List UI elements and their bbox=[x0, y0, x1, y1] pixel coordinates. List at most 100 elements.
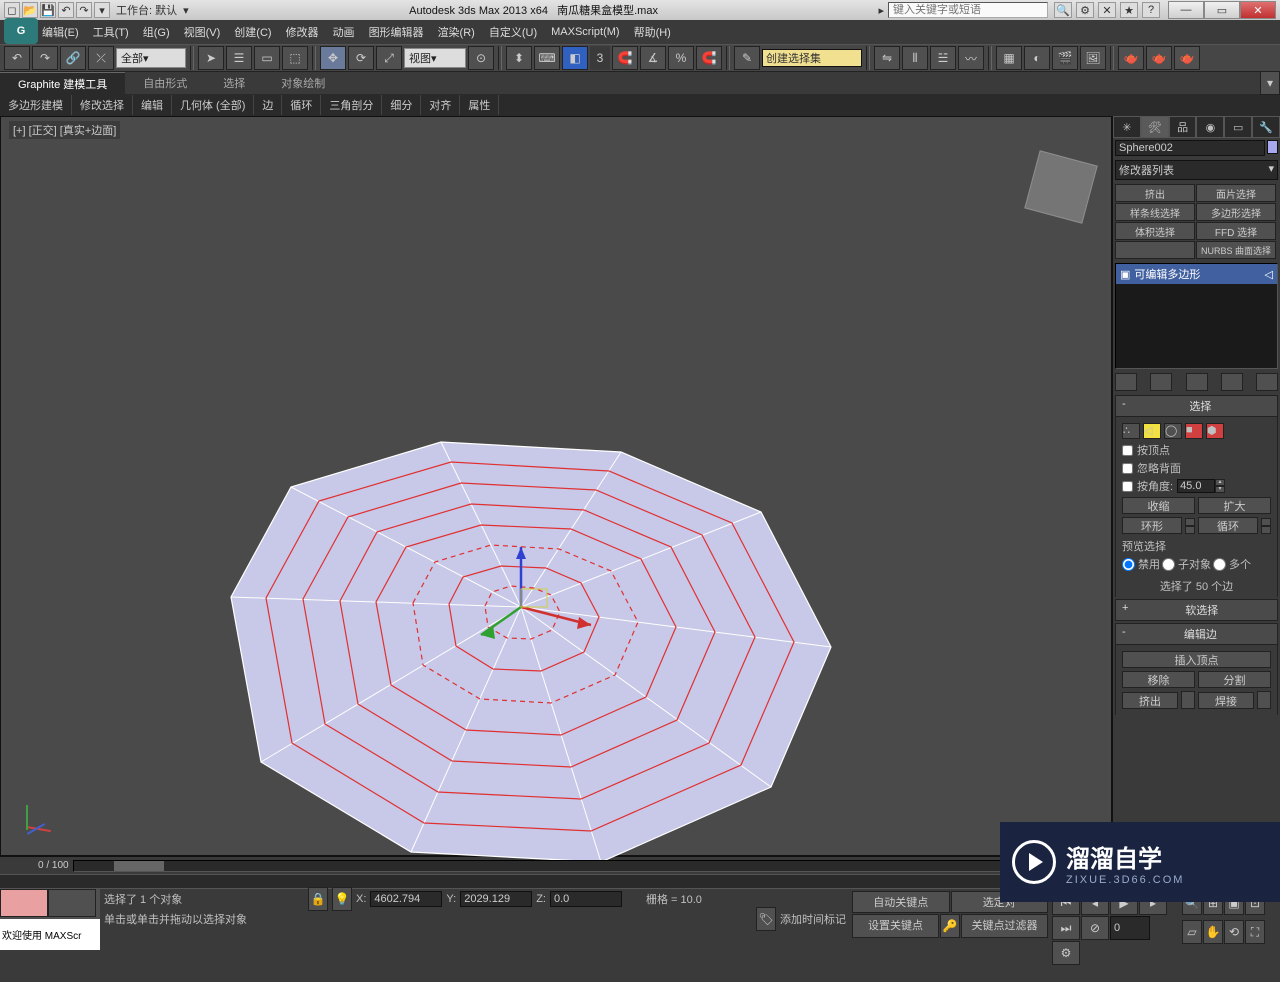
align-button[interactable]: ⫴ bbox=[902, 46, 928, 70]
unlink-button[interactable]: ⤫ bbox=[88, 46, 114, 70]
menu-edit[interactable]: 编辑(E) bbox=[42, 24, 79, 40]
mod-btn-splinesel[interactable]: 样条线选择 bbox=[1115, 203, 1195, 221]
layers-button[interactable]: ☱ bbox=[930, 46, 956, 70]
pin-stack-icon[interactable] bbox=[1115, 373, 1137, 391]
fov-icon[interactable]: ▱ bbox=[1182, 920, 1202, 944]
render-last-button[interactable]: 🫖 bbox=[1174, 46, 1200, 70]
grow-button[interactable]: 扩大 bbox=[1198, 497, 1271, 514]
menu-modifiers[interactable]: 修改器 bbox=[286, 24, 319, 40]
ring-down-icon[interactable] bbox=[1185, 526, 1195, 534]
mod-btn-polysel[interactable]: 多边形选择 bbox=[1196, 203, 1276, 221]
menu-help[interactable]: 帮助(H) bbox=[634, 24, 671, 40]
stack-item-editable-poly[interactable]: ▣ 可编辑多边形 ◁ bbox=[1116, 264, 1277, 284]
remove-button[interactable]: 移除 bbox=[1122, 671, 1195, 688]
ribbon-panel-polymodel[interactable]: 多边形建模 bbox=[0, 95, 72, 115]
spinner-up-icon[interactable]: ▴ bbox=[1215, 479, 1225, 486]
menu-customize[interactable]: 自定义(U) bbox=[489, 24, 537, 40]
loop-button[interactable]: 循环 bbox=[1198, 517, 1258, 534]
ring-button[interactable]: 环形 bbox=[1122, 517, 1182, 534]
insert-vertex-button[interactable]: 插入顶点 bbox=[1122, 651, 1271, 668]
viewcube[interactable] bbox=[1024, 150, 1097, 223]
spinner-down-icon[interactable]: ▾ bbox=[1215, 486, 1225, 493]
ribbon-panel-align[interactable]: 对齐 bbox=[421, 95, 460, 115]
select-button[interactable]: ➤ bbox=[198, 46, 224, 70]
ribbon-tab-graphite[interactable]: Graphite 建模工具 bbox=[0, 72, 125, 95]
script-rec-button[interactable] bbox=[0, 889, 48, 917]
keyboard-shortcut-button[interactable]: ⌨ bbox=[534, 46, 560, 70]
move-button[interactable]: ✥ bbox=[320, 46, 346, 70]
percent-snap-button[interactable]: % bbox=[668, 46, 694, 70]
rollout-softsel-header[interactable]: +软选择 bbox=[1115, 599, 1278, 621]
workspace-label[interactable]: 工作台: 默认 bbox=[116, 2, 177, 18]
maximize-button[interactable]: ▭ bbox=[1204, 1, 1240, 19]
pivot-button[interactable]: ⊙ bbox=[468, 46, 494, 70]
key-mode-icon[interactable]: ⊘ bbox=[1081, 916, 1109, 940]
modify-tab-icon[interactable]: 🛠 bbox=[1141, 116, 1169, 138]
menu-animation[interactable]: 动画 bbox=[333, 24, 355, 40]
mod-btn-extrude[interactable]: 挤出 bbox=[1115, 184, 1195, 202]
split-button[interactable]: 分割 bbox=[1198, 671, 1271, 688]
redo-button[interactable]: ↷ bbox=[32, 46, 58, 70]
mirror-button[interactable]: ⇋ bbox=[874, 46, 900, 70]
preview-multi-radio[interactable] bbox=[1213, 558, 1226, 571]
ribbon-tab-selection[interactable]: 选择 bbox=[205, 72, 263, 94]
close-button[interactable]: ✕ bbox=[1240, 1, 1276, 19]
ribbon-collapse-icon[interactable]: ▾ bbox=[1260, 71, 1280, 95]
minimize-button[interactable]: — bbox=[1168, 1, 1204, 19]
snap-toggle-button[interactable]: ◧ bbox=[562, 46, 588, 70]
weld-settings-icon[interactable] bbox=[1257, 691, 1271, 709]
weld-button[interactable]: 焊接 bbox=[1198, 692, 1254, 709]
mod-btn-patchsel[interactable]: 面片选择 bbox=[1196, 184, 1276, 202]
render-setup-button[interactable]: 🎬 bbox=[1052, 46, 1078, 70]
ring-up-icon[interactable] bbox=[1185, 518, 1195, 526]
object-name-field[interactable] bbox=[1115, 140, 1265, 156]
hierarchy-tab-icon[interactable]: 品 bbox=[1169, 116, 1197, 138]
selection-filter-dropdown[interactable]: 全部 ▾ bbox=[116, 48, 186, 68]
search-icon[interactable]: 🔍 bbox=[1054, 2, 1072, 18]
angle-snap-toggle[interactable]: ∡ bbox=[640, 46, 666, 70]
viewport[interactable]: [+] [正交] [真实+边面] bbox=[0, 116, 1112, 856]
link-button[interactable]: 🔗 bbox=[60, 46, 86, 70]
show-result-icon[interactable] bbox=[1150, 373, 1172, 391]
orbit-icon[interactable]: ⟲ bbox=[1224, 920, 1244, 944]
ribbon-panel-loops[interactable]: 循环 bbox=[282, 95, 321, 115]
script-play-button[interactable] bbox=[48, 889, 96, 917]
menu-views[interactable]: 视图(V) bbox=[184, 24, 221, 40]
menu-rendering[interactable]: 渲染(R) bbox=[438, 24, 475, 40]
polygon-subobj-icon[interactable]: ■ bbox=[1185, 423, 1203, 439]
by-vertex-checkbox[interactable] bbox=[1122, 445, 1133, 456]
select-name-button[interactable]: ☰ bbox=[226, 46, 252, 70]
display-tab-icon[interactable]: ▭ bbox=[1224, 116, 1252, 138]
open-icon[interactable]: 📂 bbox=[22, 2, 38, 18]
schematic-view-button[interactable]: ▦ bbox=[996, 46, 1022, 70]
shrink-button[interactable]: 收缩 bbox=[1122, 497, 1195, 514]
curve-editor-button[interactable]: 〰 bbox=[958, 46, 984, 70]
search-input[interactable] bbox=[888, 2, 1048, 18]
angle-spinner[interactable] bbox=[1177, 479, 1215, 493]
viewport-label[interactable]: [+] [正交] [真实+边面] bbox=[9, 121, 120, 139]
extrude-settings-icon[interactable] bbox=[1181, 691, 1195, 709]
undo-icon[interactable]: ↶ bbox=[58, 2, 74, 18]
edge-subobj-icon[interactable]: ◁ bbox=[1143, 423, 1161, 439]
named-set-edit-button[interactable]: ✎ bbox=[734, 46, 760, 70]
element-subobj-icon[interactable]: ⬢ bbox=[1206, 423, 1224, 439]
maximize-viewport-icon[interactable]: ⛶ bbox=[1245, 920, 1265, 944]
setkey-large-icon[interactable]: 🔑 bbox=[940, 914, 960, 938]
spinner-snap-button[interactable]: 🧲 bbox=[696, 46, 722, 70]
preview-subobj-radio[interactable] bbox=[1162, 558, 1175, 571]
infocenter-arrow[interactable]: ▸ bbox=[878, 4, 884, 17]
time-config-icon[interactable]: ⚙ bbox=[1052, 941, 1080, 965]
setkey-button[interactable]: 设置关键点 bbox=[852, 914, 939, 938]
rotate-button[interactable]: ⟳ bbox=[348, 46, 374, 70]
ignore-backface-checkbox[interactable] bbox=[1122, 463, 1133, 474]
unique-icon[interactable] bbox=[1186, 373, 1208, 391]
window-crossing-button[interactable]: ⬚ bbox=[282, 46, 308, 70]
ribbon-panel-geom[interactable]: 几何体 (全部) bbox=[172, 95, 254, 115]
motion-tab-icon[interactable]: ◉ bbox=[1196, 116, 1224, 138]
render-iterative-button[interactable]: 🫖 bbox=[1146, 46, 1172, 70]
save-icon[interactable]: 💾 bbox=[40, 2, 56, 18]
named-sets-dropdown[interactable] bbox=[762, 49, 862, 67]
keyfilter-button[interactable]: 关键点过滤器 bbox=[961, 914, 1048, 938]
goto-end-icon[interactable]: ⏭ bbox=[1052, 916, 1080, 940]
menu-maxscript[interactable]: MAXScript(M) bbox=[551, 26, 619, 38]
